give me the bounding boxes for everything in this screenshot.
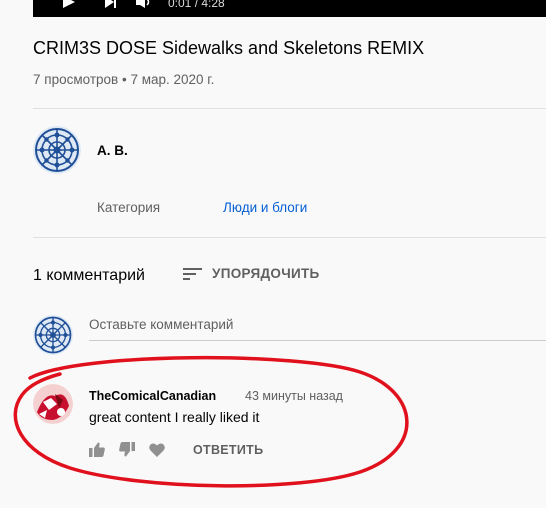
volume-icon[interactable] <box>135 0 153 10</box>
comments-count: 1 комментарий <box>33 267 145 284</box>
heart-icon <box>149 442 165 457</box>
time-display: 0:01 / 4:28 <box>168 0 225 10</box>
add-comment-underline <box>89 340 546 341</box>
meta-separator: • <box>121 72 127 87</box>
comment-timestamp[interactable]: 43 минуты назад <box>245 389 343 403</box>
mandala-avatar-icon <box>33 126 81 174</box>
channel-name[interactable]: A. B. <box>97 143 128 158</box>
dislike-button[interactable] <box>119 442 135 457</box>
commenter-avatar-icon <box>33 384 73 424</box>
comment-actions: ОТВЕТИТЬ <box>89 442 263 457</box>
comment-text: great content I really liked it <box>89 409 260 425</box>
category-link[interactable]: Люди и блоги <box>223 200 307 215</box>
video-player-controls: 0:01 / 4:28 <box>33 0 546 17</box>
comment-author[interactable]: TheComicalCanadian <box>89 389 216 403</box>
play-icon[interactable] <box>61 0 77 10</box>
heart-button[interactable] <box>149 442 165 457</box>
thumbs-down-icon <box>119 442 135 457</box>
video-meta: 7 просмотров • 7 мар. 2020 г. <box>33 72 214 87</box>
comment-author-avatar[interactable] <box>33 384 73 424</box>
divider <box>33 237 546 238</box>
video-title: CRIM3S DOSE Sidewalks and Skeletons REMI… <box>33 38 425 58</box>
upload-date: 7 мар. 2020 г. <box>130 72 215 87</box>
like-button[interactable] <box>89 442 105 457</box>
sort-label: УПОРЯДОЧИТЬ <box>212 266 320 281</box>
sort-comments-button[interactable]: УПОРЯДОЧИТЬ <box>183 266 320 281</box>
current-user-avatar <box>33 315 73 355</box>
channel-avatar[interactable] <box>33 126 81 174</box>
sort-icon <box>183 267 202 280</box>
view-count: 7 просмотров <box>33 72 119 87</box>
thumbs-up-icon <box>89 442 105 457</box>
divider <box>33 108 546 109</box>
reply-button[interactable]: ОТВЕТИТЬ <box>193 443 263 457</box>
add-comment-input[interactable]: Оставьте комментарий <box>89 317 233 332</box>
mandala-avatar-icon <box>33 315 73 355</box>
category-label: Категория <box>97 200 161 215</box>
next-icon[interactable] <box>103 0 119 10</box>
